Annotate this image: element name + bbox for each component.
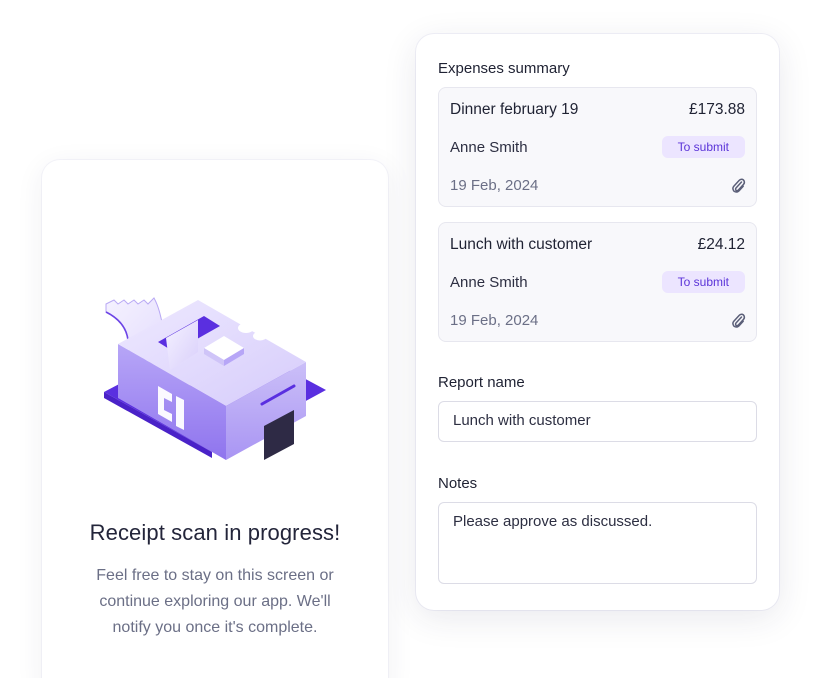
expense-item[interactable]: Lunch with customer £24.12 Anne Smith To… [438,222,757,342]
scan-title: Receipt scan in progress! [89,520,341,545]
scan-description: Feel free to stay on this screen or cont… [96,567,334,636]
expense-person: Anne Smith [450,274,528,291]
expense-date: 19 Feb, 2024 [450,177,539,194]
report-name-label: Report name [438,374,525,391]
expenses-summary-heading: Expenses summary [438,60,570,77]
status-badge: To submit [661,271,745,293]
expense-amount: £173.88 [688,101,745,118]
report-name-input[interactable]: Lunch with customer [438,401,757,442]
paperclip-icon[interactable] [730,176,746,194]
expense-item[interactable]: Dinner february 19 £173.88 Anne Smith To… [438,87,757,207]
paperclip-icon[interactable] [730,311,746,329]
status-badge: To submit [661,136,745,158]
expense-person: Anne Smith [450,139,528,156]
receipt-scan-card: Receipt scan in progress! Feel free to s… [42,160,388,678]
expense-title: Lunch with customer [450,236,593,253]
expense-report-card: Expenses summary Dinner february 19 £173… [416,34,779,610]
notes-textarea[interactable]: Please approve as discussed. [438,502,757,584]
receipt-scanner-illustration [104,297,326,460]
expense-date: 19 Feb, 2024 [450,312,539,329]
expense-amount: £24.12 [697,236,745,253]
expense-title: Dinner february 19 [450,101,579,118]
notes-label: Notes [438,475,478,492]
